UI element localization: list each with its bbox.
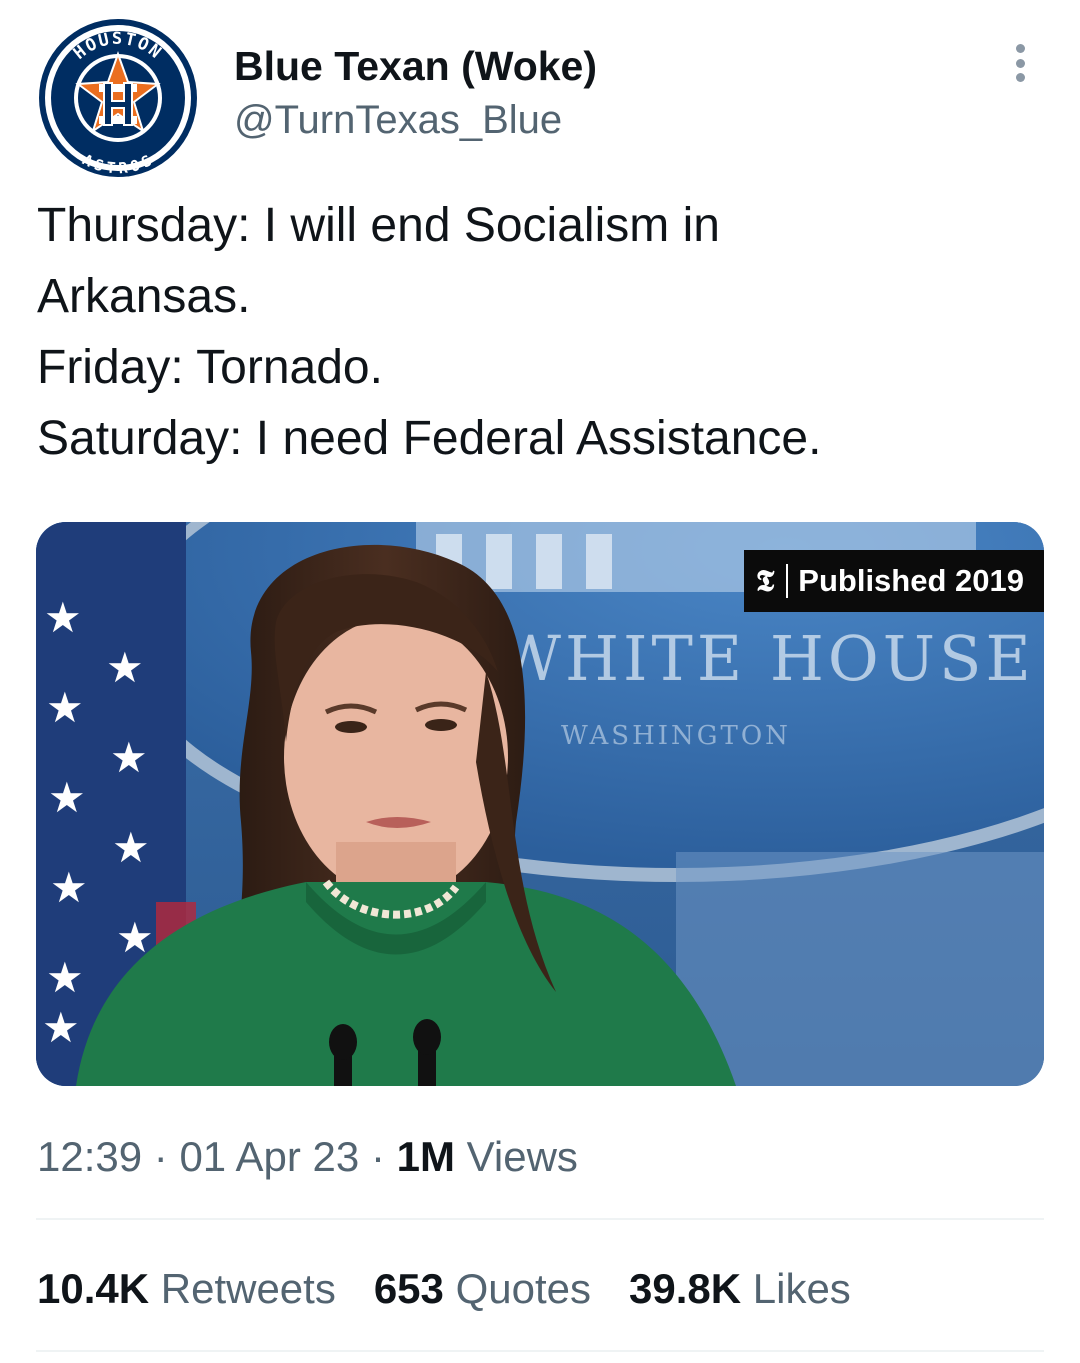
svg-text:★: ★ bbox=[44, 593, 82, 642]
tweet-line: Thursday: I will end Socialism in bbox=[37, 199, 720, 252]
tweet-meta: 12:39 · 01 Apr 23 · 1M Views bbox=[37, 1130, 578, 1184]
sign-subtext: WASHINGTON bbox=[561, 721, 791, 751]
astros-logo-icon: HOUSTON ASTROS bbox=[39, 19, 197, 177]
views-count[interactable]: 1M bbox=[397, 1133, 455, 1180]
quotes-label: Quotes bbox=[455, 1265, 591, 1312]
badge-text: Published 2019 bbox=[798, 563, 1024, 598]
likes-stat[interactable]: 39.8K Likes bbox=[629, 1262, 851, 1316]
views-label[interactable]: Views bbox=[467, 1133, 578, 1180]
author-handle[interactable]: @TurnTexas_Blue bbox=[234, 96, 562, 144]
likes-label: Likes bbox=[752, 1265, 851, 1312]
svg-text:★: ★ bbox=[112, 823, 150, 872]
svg-text:★: ★ bbox=[110, 733, 148, 782]
quotes-stat[interactable]: 653 Quotes bbox=[374, 1262, 591, 1316]
tweet-detail: HOUSTON ASTROS Blue Texan (Woke) @TurnTe… bbox=[0, 0, 1080, 1363]
meta-separator: · bbox=[153, 1133, 168, 1180]
svg-text:★: ★ bbox=[46, 953, 84, 1002]
nyt-logo-icon: 𝕿 bbox=[755, 563, 775, 599]
divider bbox=[36, 1350, 1044, 1352]
tweet-date[interactable]: 01 Apr 23 bbox=[179, 1133, 359, 1180]
avatar[interactable]: HOUSTON ASTROS bbox=[38, 18, 198, 178]
tweet-time[interactable]: 12:39 bbox=[37, 1133, 142, 1180]
retweets-count: 10.4K bbox=[37, 1265, 150, 1312]
svg-text:★: ★ bbox=[46, 683, 84, 732]
badge-divider bbox=[786, 564, 789, 598]
tweet-line: Saturday: I need Federal Assistance. bbox=[37, 412, 822, 465]
engagement-stats: 10.4K Retweets 653 Quotes 39.8K Likes bbox=[37, 1262, 889, 1316]
quotes-count: 653 bbox=[373, 1265, 444, 1312]
tweet-line: Friday: Tornado. bbox=[37, 341, 383, 394]
svg-text:★: ★ bbox=[48, 773, 86, 822]
tweet-media-image[interactable]: WHITE HOUSE WASHINGTON ★ ★ ★ ★ ★ ★ ★ ★ ★ ★ bbox=[36, 522, 1044, 1086]
svg-text:★: ★ bbox=[106, 643, 144, 692]
likes-count: 39.8K bbox=[629, 1265, 742, 1312]
media-source-badge: 𝕿 Published 2019 bbox=[743, 550, 1044, 612]
svg-text:★: ★ bbox=[42, 1003, 80, 1052]
tweet-text: Thursday: I will end Socialism in Arkans… bbox=[37, 190, 1037, 474]
sign-text: WHITE HOUSE bbox=[497, 622, 1035, 695]
more-vertical-icon bbox=[1015, 44, 1025, 53]
retweets-label: Retweets bbox=[160, 1265, 336, 1312]
meta-separator: · bbox=[370, 1133, 385, 1180]
svg-text:★: ★ bbox=[50, 863, 88, 912]
retweets-stat[interactable]: 10.4K Retweets bbox=[37, 1262, 336, 1316]
divider bbox=[36, 1218, 1044, 1220]
more-options-button[interactable] bbox=[1000, 38, 1040, 88]
tweet-line: Arkansas. bbox=[37, 270, 251, 323]
author-display-name[interactable]: Blue Texan (Woke) bbox=[234, 40, 597, 92]
